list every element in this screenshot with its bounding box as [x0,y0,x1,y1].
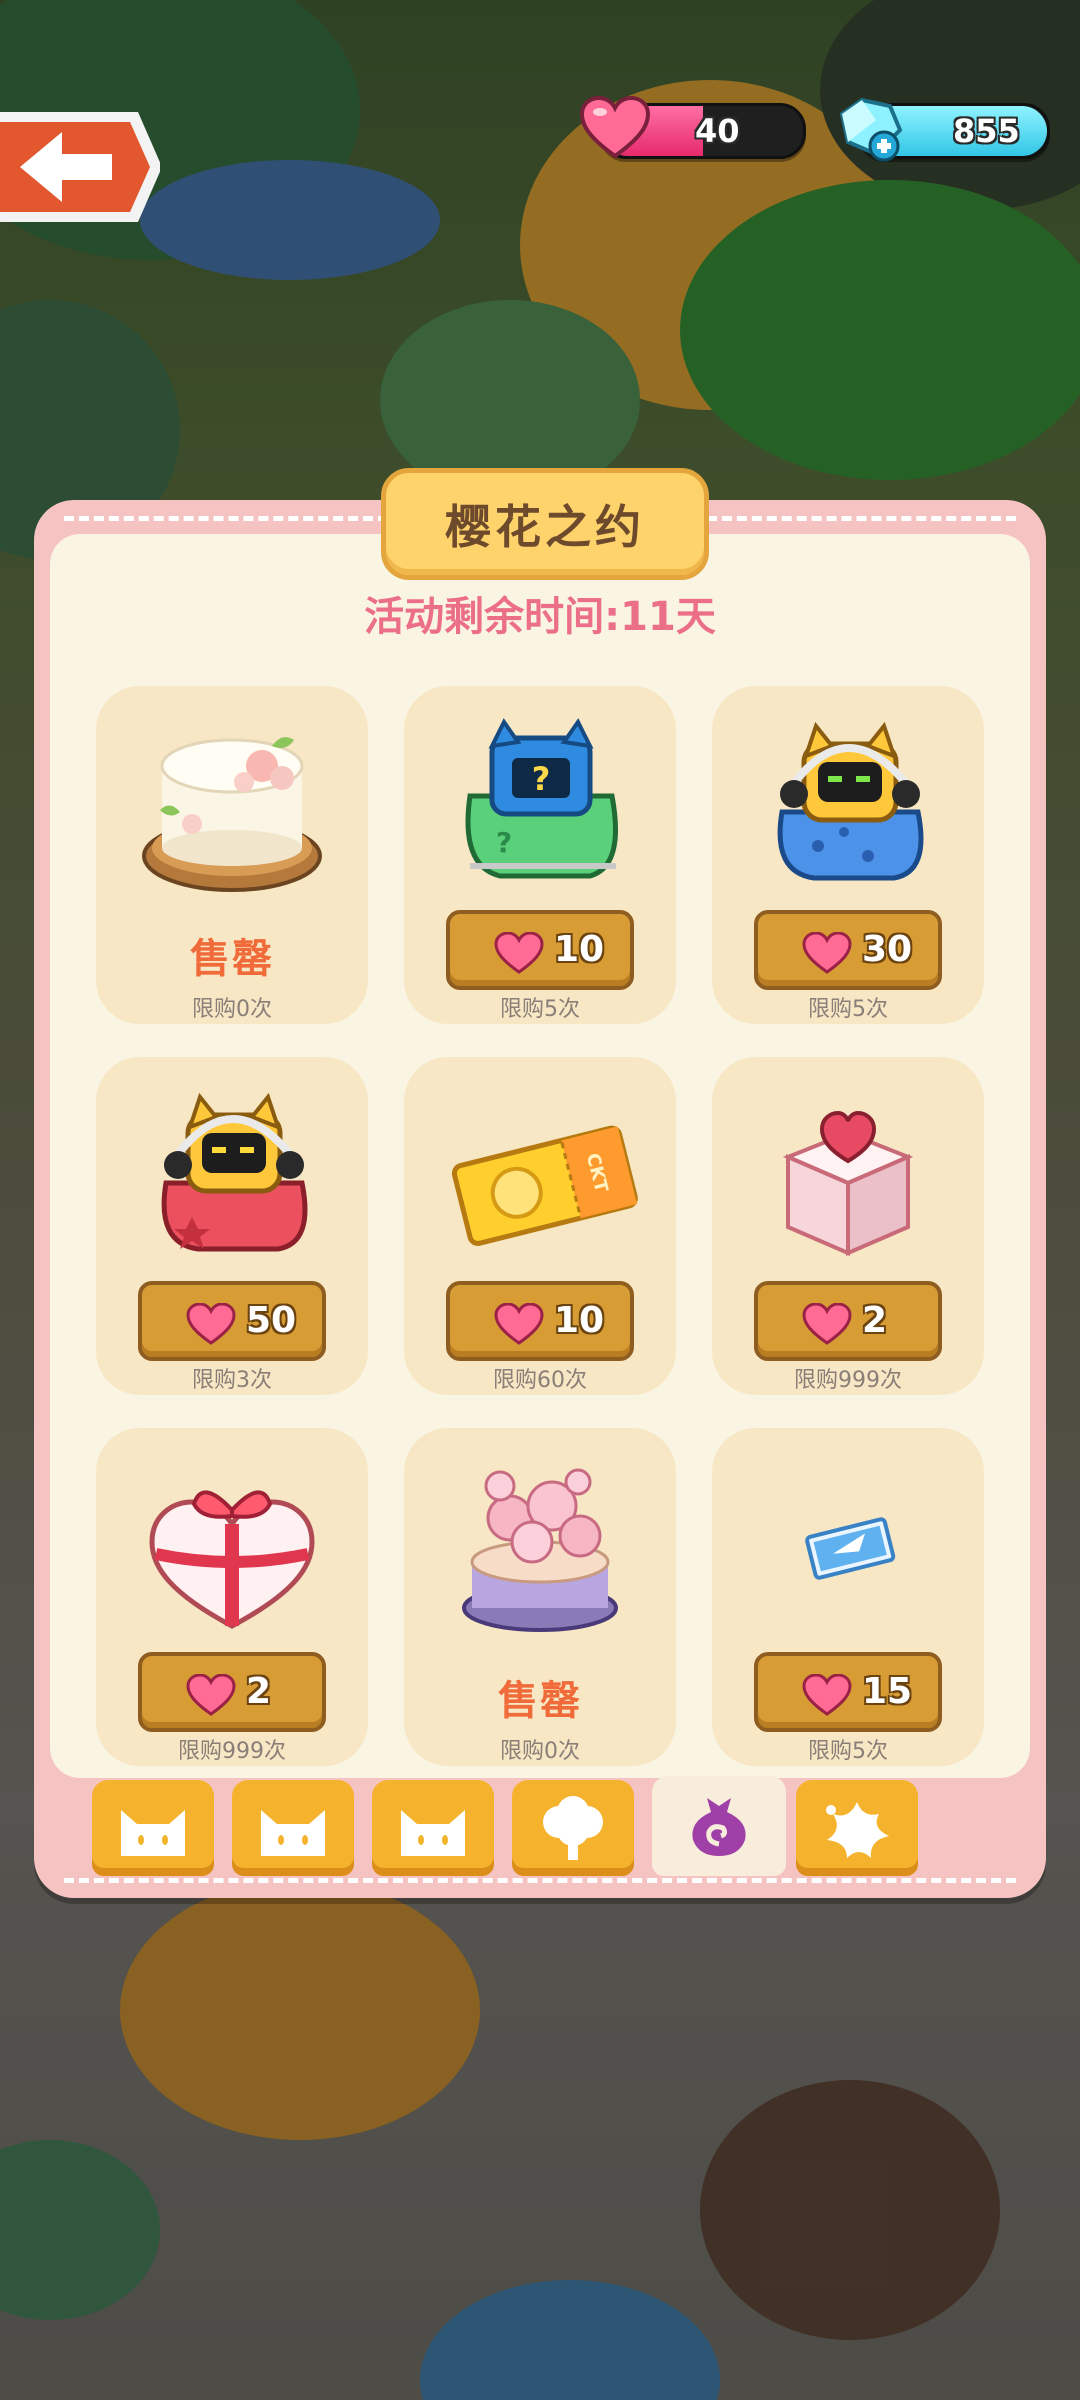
price-value: 50 [246,1300,297,1341]
back-arrow-icon [0,112,162,222]
heart-icon [802,1674,852,1716]
panel-title: 樱花之约 [445,500,645,554]
shop-item-card[interactable]: 2 限购999次 [712,1057,984,1395]
tree-icon [543,1796,603,1860]
heart-icon [186,1674,236,1716]
back-button[interactable] [0,108,162,226]
sold-out-label: 售罄 [498,1678,582,1724]
blue-ticket-icon [805,1517,896,1580]
tab-cat-3[interactable] [372,1780,494,1876]
flower-cake-icon [142,737,322,892]
purchase-limit: 限购999次 [178,1739,286,1764]
shop-item-card[interactable]: 15 限购5次 [712,1428,984,1766]
gems-value: 855 [953,112,1020,150]
cat-face-icon [121,1810,185,1856]
swirl-bag-icon [692,1798,746,1856]
buy-button[interactable]: 2 [754,1281,942,1361]
price-value: 2 [246,1671,272,1712]
tab-cat-1[interactable] [92,1780,214,1876]
event-countdown: 活动剩余时间:11天 [364,594,716,640]
price-value: 15 [862,1671,913,1712]
cat-face-icon [401,1810,465,1856]
shop-item-card[interactable]: 售罄 限购0次 [96,686,368,1024]
price-value: 2 [862,1300,888,1341]
sold-out-label: 售罄 [190,936,274,982]
buy-button[interactable]: 2 [138,1652,326,1732]
golden-ticket-icon: CKT [451,1125,638,1246]
tab-star-splash[interactable] [796,1780,918,1876]
heart-icon [802,1303,852,1345]
heart-icon [494,1303,544,1345]
panel-bottom-stitch [64,1878,1016,1883]
svg-text:?: ? [532,760,551,798]
buy-button[interactable]: 10 [446,1281,634,1361]
purchase-limit: 限购5次 [500,997,580,1022]
sakura-cake-icon [462,1468,618,1632]
shop-item-card[interactable]: 2 限购999次 [96,1428,368,1766]
purchase-limit: 限购3次 [192,1368,272,1393]
shop-item-card[interactable]: 50 限购3次 [96,1057,368,1395]
mystery-gift-bag-icon: ? ? [465,718,618,879]
heart-gift-box-icon [149,1490,315,1629]
heart-icon [186,1303,236,1345]
buy-button[interactable]: 50 [138,1281,326,1361]
heart-icon [580,96,650,158]
price-value: 10 [554,929,605,970]
tab-tree[interactable] [512,1780,634,1876]
robot-cat-red-bag-icon [161,1092,308,1252]
cat-face-icon [261,1810,325,1856]
tab-cat-2[interactable] [232,1780,354,1876]
heart-icon [494,932,544,974]
heart-icon [802,932,852,974]
robot-cat-blue-bag-icon [777,721,924,881]
purchase-limit: 限购999次 [794,1368,902,1393]
purchase-limit: 限购5次 [808,997,888,1022]
purchase-limit: 限购60次 [493,1368,587,1393]
star-splash-icon [826,1802,889,1858]
buy-button[interactable]: 15 [754,1652,942,1732]
shop-item-card[interactable]: 售罄 限购0次 [404,1428,676,1766]
hearts-value: 40 [695,112,740,150]
heart-cake-icon [782,1110,914,1257]
add-gems-icon[interactable] [832,96,906,162]
buy-button[interactable]: 10 [446,910,634,990]
svg-text:?: ? [496,826,512,859]
price-value: 10 [554,1300,605,1341]
purchase-limit: 限购0次 [500,1739,580,1764]
tab-swirl-bag[interactable] [652,1776,786,1876]
buy-button[interactable]: 30 [754,910,942,990]
price-value: 30 [862,929,913,970]
shop-item-card[interactable]: 30 限购5次 [712,686,984,1024]
panel-title-plate: 樱花之约 [381,468,709,580]
shop-item-card[interactable]: CKT 10 限购60次 [404,1057,676,1395]
shop-item-card[interactable]: ? ? 10 限购5次 [404,686,676,1024]
purchase-limit: 限购0次 [192,997,272,1022]
purchase-limit: 限购5次 [808,1739,888,1764]
